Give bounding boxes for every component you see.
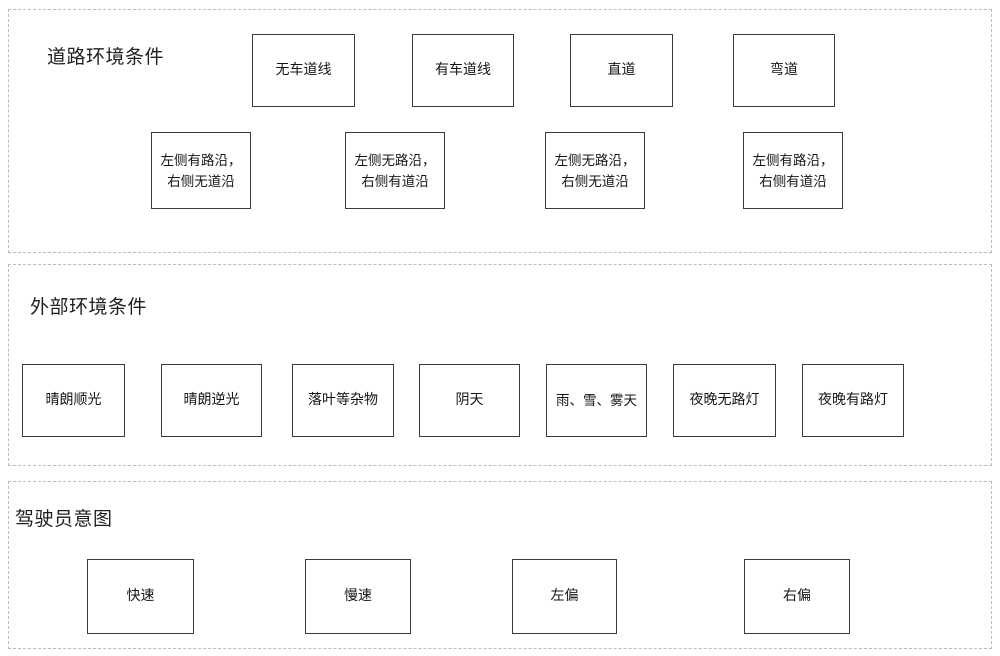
section-title-driver-intent: 驾驶员意图 [15, 509, 113, 530]
node-slow[interactable]: 慢速 [305, 559, 411, 634]
node-curb-left-no-right-no[interactable]: 左侧无路沿，右侧无道沿 [545, 132, 645, 209]
node-curb-left-no-right-yes[interactable]: 左侧无路沿，右侧有道沿 [345, 132, 445, 209]
node-has-lane-line[interactable]: 有车道线 [412, 34, 514, 107]
node-fast[interactable]: 快速 [87, 559, 194, 634]
section-title-external-environment: 外部环境条件 [30, 297, 148, 318]
node-curb-left-yes-right-yes[interactable]: 左侧有路沿，右侧有道沿 [743, 132, 843, 209]
node-sunny-front-light[interactable]: 晴朗顺光 [22, 364, 125, 437]
node-drift-left[interactable]: 左偏 [512, 559, 617, 634]
node-drift-right[interactable]: 右偏 [744, 559, 850, 634]
node-night-with-streetlight[interactable]: 夜晚有路灯 [802, 364, 904, 437]
node-fallen-leaves-debris[interactable]: 落叶等杂物 [292, 364, 394, 437]
diagram-canvas: 道路环境条件 无车道线 有车道线 直道 弯道 左侧有路沿，右侧无道沿 左侧无路沿… [0, 0, 1000, 656]
node-cloudy[interactable]: 阴天 [419, 364, 520, 437]
node-sunny-back-light[interactable]: 晴朗逆光 [161, 364, 262, 437]
node-no-lane-line[interactable]: 无车道线 [252, 34, 355, 107]
section-title-road-environment: 道路环境条件 [47, 47, 165, 68]
node-curved-road[interactable]: 弯道 [733, 34, 835, 107]
node-curb-left-yes-right-no[interactable]: 左侧有路沿，右侧无道沿 [151, 132, 251, 209]
node-night-no-streetlight[interactable]: 夜晚无路灯 [673, 364, 776, 437]
node-rain-snow-fog[interactable]: 雨、雪、雾天 [546, 364, 647, 437]
node-straight-road[interactable]: 直道 [570, 34, 673, 107]
